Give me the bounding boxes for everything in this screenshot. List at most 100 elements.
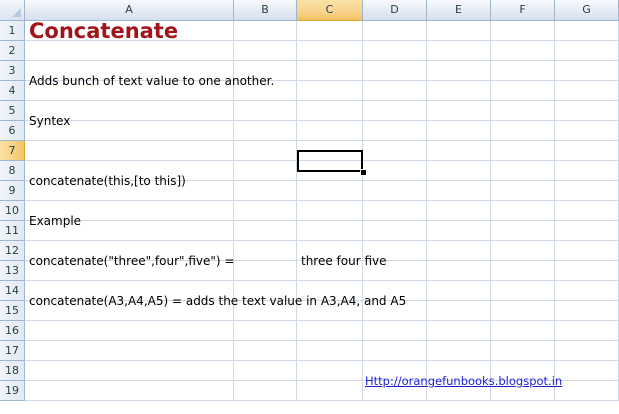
cell-c2[interactable]	[297, 41, 363, 61]
cell-c16[interactable]	[297, 321, 363, 341]
cell-c11[interactable]	[297, 221, 363, 241]
cell-e14[interactable]	[427, 281, 491, 301]
cell-b9[interactable]	[234, 181, 297, 201]
cell-b8[interactable]	[234, 161, 297, 181]
row-header-1[interactable]: 1	[0, 21, 25, 41]
cell-g8[interactable]	[555, 161, 619, 181]
cell-d5[interactable]	[363, 101, 427, 121]
cell-d8[interactable]	[363, 161, 427, 181]
cell-d18-link[interactable]: Http://orangefunbooks.blogspot.in	[362, 371, 562, 391]
column-header-d[interactable]: D	[363, 0, 427, 21]
cell-g18[interactable]	[555, 361, 619, 381]
column-header-e[interactable]: E	[427, 0, 491, 21]
cell-g12[interactable]	[555, 241, 619, 261]
cell-f7[interactable]	[491, 141, 555, 161]
cell-a14-example2[interactable]: concatenate(A3,A4,A5) = adds the text va…	[26, 291, 406, 311]
cell-g17[interactable]	[555, 341, 619, 361]
cell-d6[interactable]	[363, 121, 427, 141]
cell-b18[interactable]	[234, 361, 297, 381]
cell-f10[interactable]	[491, 201, 555, 221]
cell-e4[interactable]	[427, 81, 491, 101]
cell-b5[interactable]	[234, 101, 297, 121]
cell-c19[interactable]	[297, 381, 363, 401]
cell-d4[interactable]	[363, 81, 427, 101]
cell-g7[interactable]	[555, 141, 619, 161]
cell-d7[interactable]	[363, 141, 427, 161]
column-header-c[interactable]: C	[297, 0, 363, 21]
column-header-g[interactable]: G	[555, 0, 619, 21]
cell-g9[interactable]	[555, 181, 619, 201]
row-header-11[interactable]: 11	[0, 221, 25, 241]
cell-d3[interactable]	[363, 61, 427, 81]
cell-e15[interactable]	[427, 301, 491, 321]
cell-b16[interactable]	[234, 321, 297, 341]
cell-a18[interactable]	[25, 361, 234, 381]
cell-c4[interactable]	[297, 81, 363, 101]
cell-b12[interactable]	[234, 241, 297, 261]
cell-b7[interactable]	[234, 141, 297, 161]
column-header-a[interactable]: A	[25, 0, 234, 21]
cell-f9[interactable]	[491, 181, 555, 201]
cell-f13[interactable]	[491, 261, 555, 281]
spreadsheet-grid[interactable]: ABCDEFG 1 2 3 4 5 6 7 8 9 10 11 12 13 14 15 16 17 18 19 Co…	[0, 0, 619, 414]
row-header-12[interactable]: 12	[0, 241, 25, 261]
cell-a1-title[interactable]: Concatenate	[26, 21, 178, 42]
cell-c9[interactable]	[297, 181, 363, 201]
cell-f1[interactable]	[491, 21, 555, 41]
column-header-b[interactable]: B	[234, 0, 297, 21]
cell-a19[interactable]	[25, 381, 234, 401]
cell-c3[interactable]	[297, 61, 363, 81]
cell-e7[interactable]	[427, 141, 491, 161]
cell-a8-syntax[interactable]: concatenate(this,[to this])	[26, 171, 186, 191]
cell-f4[interactable]	[491, 81, 555, 101]
cell-e16[interactable]	[427, 321, 491, 341]
cell-e1[interactable]	[427, 21, 491, 41]
cell-a17[interactable]	[25, 341, 234, 361]
cell-g10[interactable]	[555, 201, 619, 221]
cell-e13[interactable]	[427, 261, 491, 281]
cell-f5[interactable]	[491, 101, 555, 121]
row-header-18[interactable]: 18	[0, 361, 25, 381]
cell-e2[interactable]	[427, 41, 491, 61]
cell-g5[interactable]	[555, 101, 619, 121]
cell-g1[interactable]	[555, 21, 619, 41]
cell-d10[interactable]	[363, 201, 427, 221]
cell-d17[interactable]	[363, 341, 427, 361]
cell-g19[interactable]	[555, 381, 619, 401]
cell-d1[interactable]	[363, 21, 427, 41]
cell-f14[interactable]	[491, 281, 555, 301]
cell-e5[interactable]	[427, 101, 491, 121]
row-header-16[interactable]: 16	[0, 321, 25, 341]
row-header-5[interactable]: 5	[0, 101, 25, 121]
cell-c12-example-result[interactable]: three four five	[298, 251, 387, 271]
row-header-8[interactable]: 8	[0, 161, 25, 181]
cell-f3[interactable]	[491, 61, 555, 81]
row-header-10[interactable]: 10	[0, 201, 25, 221]
row-header-15[interactable]: 15	[0, 301, 25, 321]
cell-f2[interactable]	[491, 41, 555, 61]
select-all-corner[interactable]	[0, 0, 25, 21]
cell-e11[interactable]	[427, 221, 491, 241]
row-header-17[interactable]: 17	[0, 341, 25, 361]
cell-g16[interactable]	[555, 321, 619, 341]
cell-a16[interactable]	[25, 321, 234, 341]
row-header-13[interactable]: 13	[0, 261, 25, 281]
cell-g6[interactable]	[555, 121, 619, 141]
column-header-f[interactable]: F	[491, 0, 555, 21]
cell-g11[interactable]	[555, 221, 619, 241]
cell-f16[interactable]	[491, 321, 555, 341]
cell-c6[interactable]	[297, 121, 363, 141]
cell-g13[interactable]	[555, 261, 619, 281]
row-header-4[interactable]: 4	[0, 81, 25, 101]
cell-f17[interactable]	[491, 341, 555, 361]
cell-g3[interactable]	[555, 61, 619, 81]
row-header-9[interactable]: 9	[0, 181, 25, 201]
cell-b17[interactable]	[234, 341, 297, 361]
cell-b6[interactable]	[234, 121, 297, 141]
cell-e17[interactable]	[427, 341, 491, 361]
cell-g4[interactable]	[555, 81, 619, 101]
row-header-3[interactable]: 3	[0, 61, 25, 81]
cell-e9[interactable]	[427, 181, 491, 201]
cell-c5[interactable]	[297, 101, 363, 121]
active-cell-c7[interactable]	[297, 150, 363, 172]
